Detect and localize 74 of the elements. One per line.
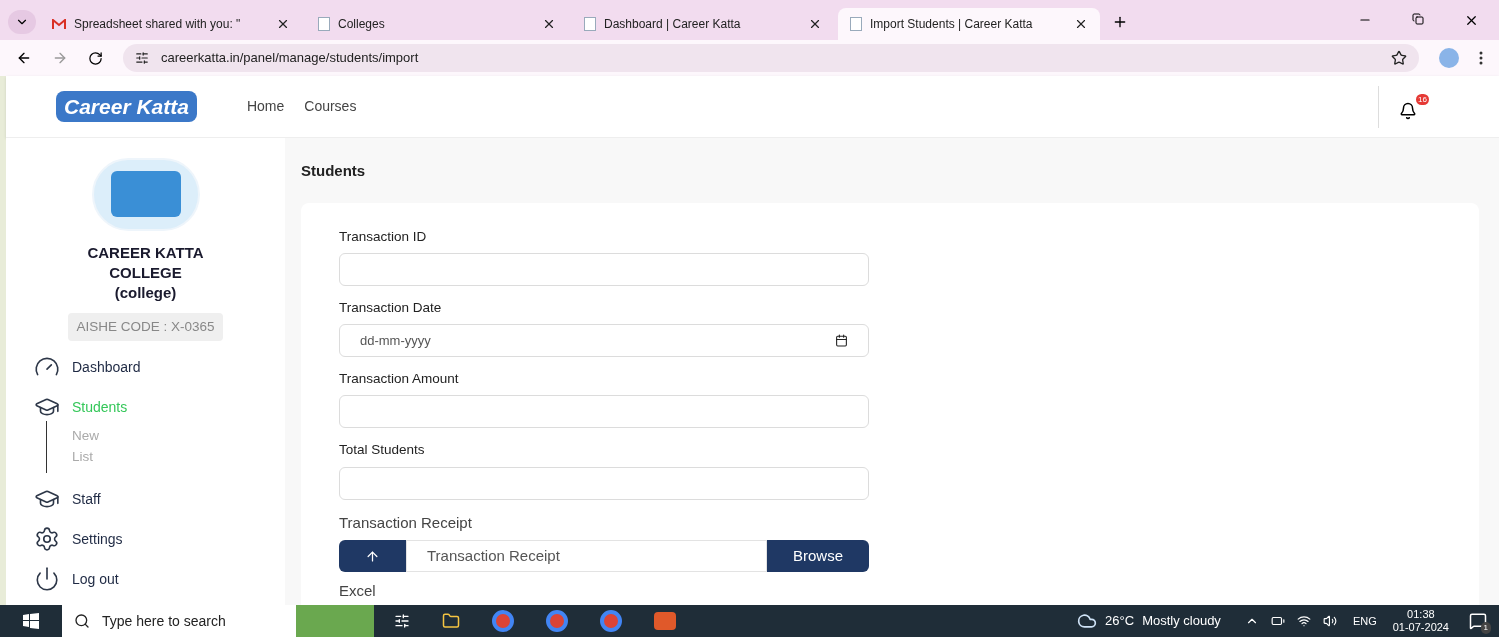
upload-button[interactable] — [339, 540, 406, 572]
aishe-code: AISHE CODE : X-0365 — [68, 312, 223, 341]
calendar-icon — [835, 334, 848, 347]
nav-link[interactable]: Home — [246, 96, 285, 117]
notification-button[interactable]: 16 — [1399, 93, 1429, 120]
college-name: CAREER KATTA COLLEGE — [86, 242, 205, 283]
notification-badge: 16 — [1416, 93, 1429, 105]
clock-time: 01:38 — [1407, 608, 1435, 621]
reload-icon — [88, 50, 103, 66]
language-indicator: ENG — [1352, 613, 1377, 629]
bell-icon — [1399, 101, 1417, 120]
close-icon — [276, 17, 290, 31]
page-icon — [318, 17, 330, 31]
date-field[interactable]: dd-mm-yyyy — [339, 324, 869, 357]
forward-icon — [52, 50, 68, 66]
field-label: Excel — [339, 581, 377, 601]
college-type: (college) — [114, 282, 177, 303]
search-icon — [74, 613, 90, 629]
sidebar-item[interactable]: Staff — [34, 485, 141, 513]
page-icon — [584, 17, 596, 31]
input-field[interactable] — [339, 252, 869, 286]
sidebar-item[interactable]: Settings — [34, 525, 141, 553]
tab-title: Dashboard | Career Katta — [604, 16, 742, 33]
weather-text: Mostly cloudy — [1142, 612, 1221, 631]
tab-title: Colleges — [338, 16, 386, 33]
browser-tab[interactable]: Dashboard | Career Katta — [572, 8, 834, 40]
new-tab-icon — [1112, 14, 1128, 30]
cloud-icon — [1077, 611, 1098, 631]
weather-temperature: 26°C — [1105, 612, 1135, 631]
tab-title: Spreadsheet shared with you: " — [74, 16, 242, 33]
browser-tab[interactable]: Colleges — [306, 8, 568, 40]
browser-tab[interactable]: Import Students | Career Katta — [838, 8, 1100, 40]
notification-center-button[interactable]: 1 — [1469, 612, 1487, 630]
restore-icon — [1412, 13, 1424, 25]
field-label: Transaction ID — [339, 227, 428, 246]
more-icon — [1479, 51, 1483, 65]
url-field[interactable]: careerkatta.in/panel/manage/students/import — [123, 44, 1419, 72]
sidebar-item[interactable]: Dashboard — [34, 353, 141, 381]
close-icon — [542, 17, 556, 31]
wifi-icon — [1296, 614, 1311, 628]
profile-icon — [1439, 48, 1459, 68]
logo[interactable]: Career Katta — [56, 90, 197, 123]
field-label: Total Students — [339, 441, 426, 460]
close-icon — [1074, 17, 1088, 31]
close-icon — [808, 17, 822, 31]
folder-icon — [442, 612, 460, 630]
page-title: Students — [301, 161, 367, 181]
field-label: Transaction Receipt — [339, 512, 473, 533]
star-icon — [1391, 50, 1407, 66]
input-field[interactable] — [339, 466, 869, 500]
input-field[interactable] — [339, 395, 869, 429]
settings-icon — [34, 526, 60, 552]
sidebar-item[interactable]: Log out — [34, 565, 141, 593]
tab-list-button[interactable] — [8, 10, 36, 34]
browser-tab[interactable]: Spreadsheet shared with you: " — [40, 8, 302, 40]
file-field[interactable]: Transaction Receipt — [406, 540, 767, 572]
tab-title: Import Students | Career Katta — [870, 16, 1034, 33]
power-icon — [34, 566, 60, 592]
clock-date: 01-07-2024 — [1392, 621, 1449, 634]
browse-button[interactable]: Browse — [767, 540, 869, 572]
volume-icon — [1322, 614, 1337, 628]
site-settings-icon — [135, 51, 149, 65]
battery-icon — [1270, 614, 1285, 628]
notification-count: 1 — [1480, 622, 1491, 634]
back-icon — [16, 50, 32, 66]
windows-icon — [23, 613, 39, 629]
message-icon — [1469, 612, 1487, 630]
close-icon — [1464, 13, 1479, 28]
taskbar-search-field[interactable]: Type here to search — [62, 605, 296, 637]
nav-link[interactable]: Courses — [304, 96, 357, 117]
page-icon — [850, 17, 862, 31]
mail-icon — [52, 18, 66, 30]
field-label: Transaction Date — [339, 298, 443, 317]
field-label: Transaction Amount — [339, 370, 460, 388]
